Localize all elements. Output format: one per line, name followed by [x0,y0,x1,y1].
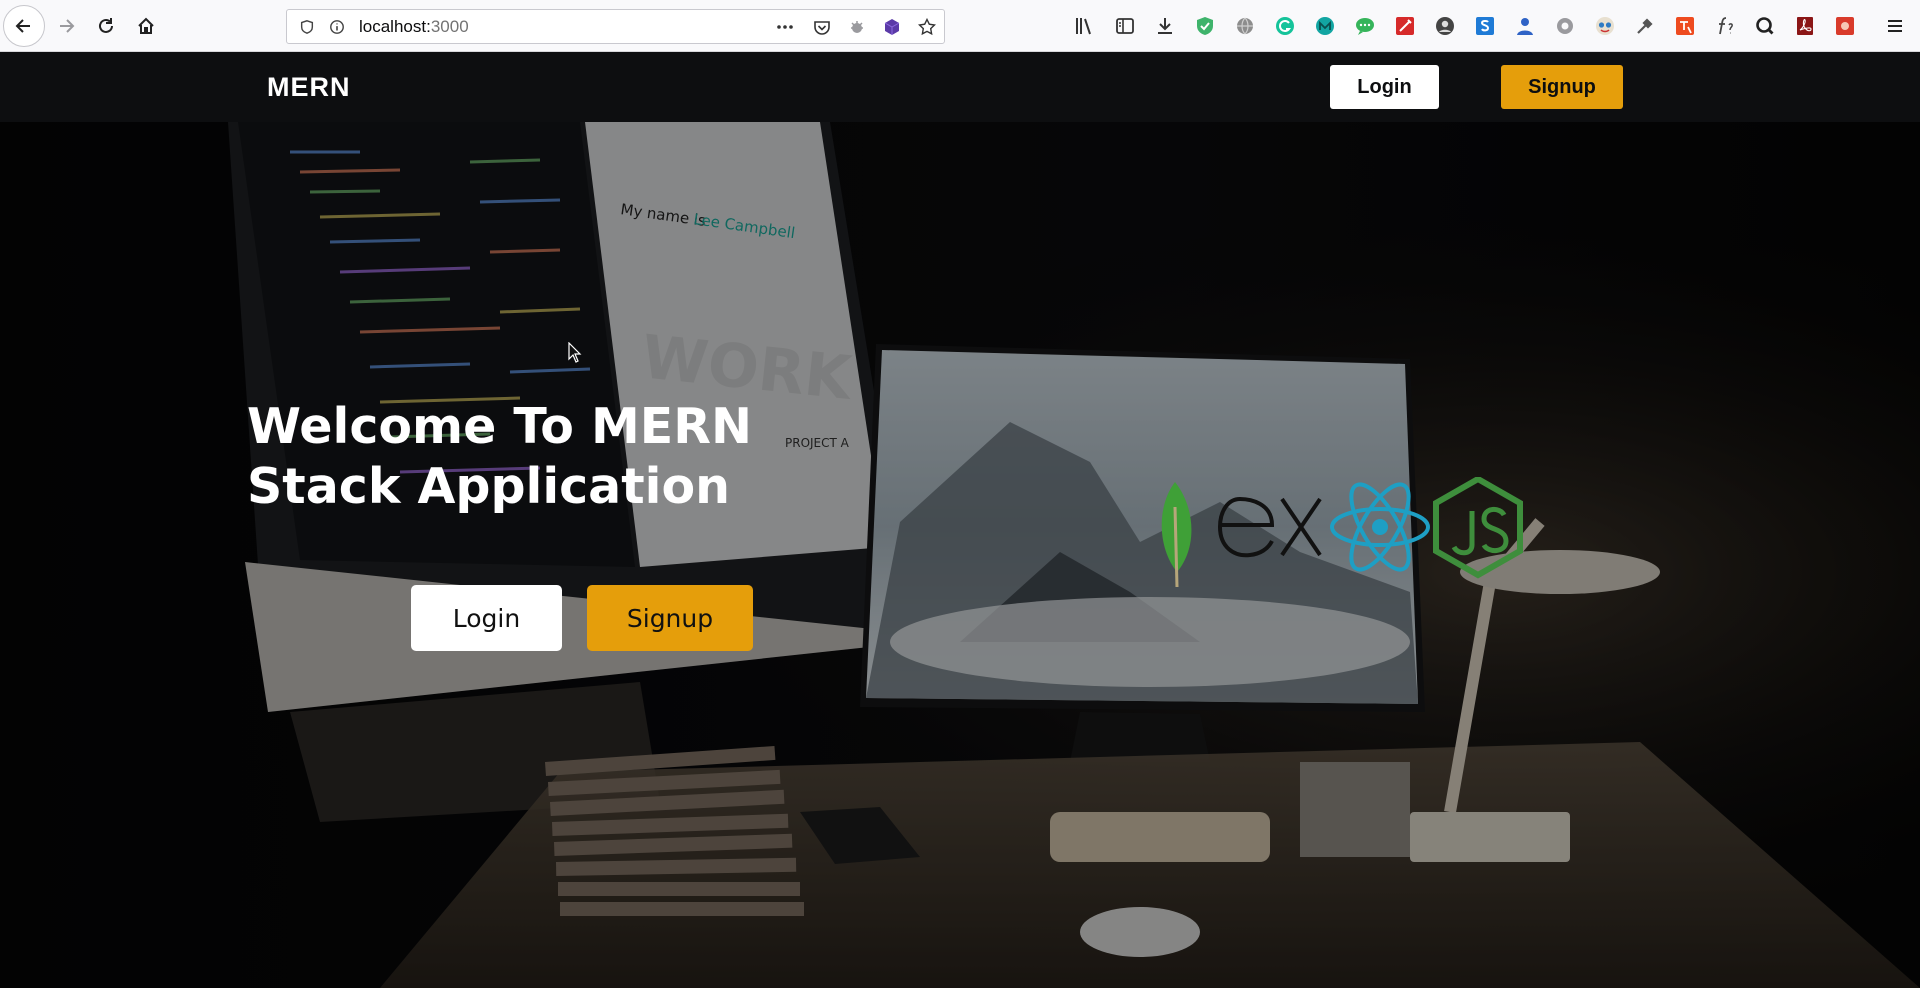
red-translate-icon[interactable] [1673,14,1697,38]
grammarly-icon[interactable] [1273,14,1297,38]
mask-icon[interactable] [1593,14,1617,38]
person-blue-icon[interactable] [1513,14,1537,38]
circle-m-icon[interactable] [1313,14,1337,38]
search-circle-icon[interactable] [1753,14,1777,38]
hero-login-button[interactable]: Login [411,585,562,651]
s-square-icon[interactable] [1473,14,1497,38]
menu-icon[interactable] [1883,14,1907,38]
gear-grey-icon[interactable] [1553,14,1577,38]
express-ex-logo [1217,496,1322,558]
red-puzzle-icon[interactable] [1833,14,1857,38]
tracking-shield-icon[interactable] [298,18,316,36]
site-info-icon[interactable] [328,18,346,36]
library-icon[interactable] [1073,14,1097,38]
sidebar-icon[interactable] [1113,14,1137,38]
pocket-icon[interactable] [813,18,831,36]
app-navbar: MERN Login Signup [0,52,1920,122]
function-f-icon[interactable] [1713,14,1737,38]
nav-signup-button[interactable]: Signup [1501,65,1623,109]
brand-logo[interactable]: MERN [267,72,351,103]
chat-bubble-icon[interactable] [1353,14,1377,38]
extension-cube-icon[interactable] [883,18,901,36]
downloads-icon[interactable] [1153,14,1177,38]
nodejs-hexagon-icon [1433,477,1523,579]
extension-bug-icon[interactable] [848,18,866,36]
address-bar[interactable]: localhost:3000 [286,9,945,44]
mouse-cursor-icon [568,342,582,363]
red-wand-icon[interactable] [1393,14,1417,38]
hero-title: Welcome To MERN Stack Application [247,398,753,515]
account-icon[interactable] [1433,14,1457,38]
reload-icon[interactable] [86,6,126,46]
bookmark-star-icon[interactable] [918,18,936,36]
url-text[interactable]: localhost:3000 [359,17,469,37]
browser-toolbar: localhost:3000 [0,0,1920,52]
forward-arrow-icon[interactable] [46,6,86,46]
hero-signup-button[interactable]: Signup [587,585,753,651]
shield-check-icon[interactable] [1193,14,1217,38]
hero-section: My name is Lee Campbell WORK PROJECT A W… [0,122,1920,988]
nav-login-button[interactable]: Login [1330,65,1439,109]
hero-background-photo: My name is Lee Campbell WORK PROJECT A [0,122,1920,988]
home-icon[interactable] [126,6,166,46]
globe-icon[interactable] [1233,14,1257,38]
eyedropper-icon[interactable] [1633,14,1657,38]
mongodb-leaf-icon [1161,482,1192,587]
mern-logos [1161,477,1523,587]
back-arrow-icon[interactable] [3,5,45,47]
react-atom-icon [1330,482,1430,572]
pdf-icon[interactable] [1793,14,1817,38]
page-actions-icon[interactable] [776,18,794,36]
